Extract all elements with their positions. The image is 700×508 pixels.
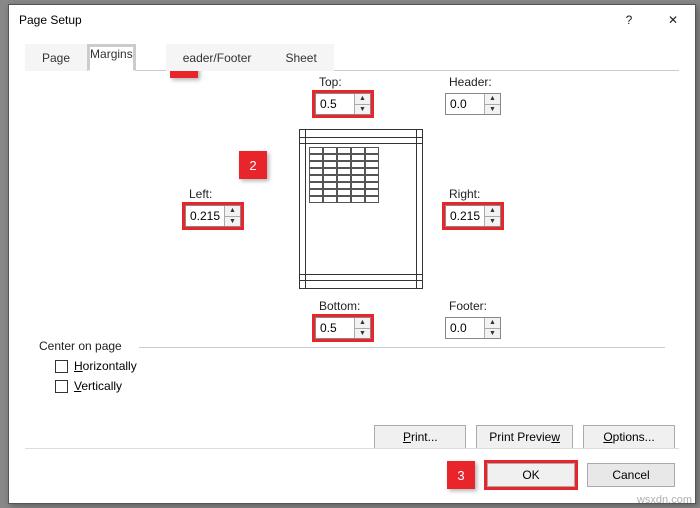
vertically-label: Vertically <box>74 379 122 393</box>
margins-panel: Top: ▲▼ Header: ▲▼ 2 Left: ▲▼ Right: ▲▼ <box>9 71 695 451</box>
commit-row: 3 OK Cancel <box>447 461 675 489</box>
up-arrow-icon[interactable]: ▲ <box>355 94 370 105</box>
close-icon: ✕ <box>668 13 678 27</box>
left-input[interactable] <box>186 207 224 225</box>
down-arrow-icon[interactable]: ▼ <box>355 329 370 339</box>
checkbox-icon <box>55 360 68 373</box>
up-arrow-icon[interactable]: ▲ <box>225 206 240 217</box>
options-button[interactable]: Options... <box>583 425 675 449</box>
header-label: Header: <box>449 75 492 89</box>
bottom-spinner[interactable]: ▲▼ <box>315 317 371 339</box>
top-input[interactable] <box>316 95 354 113</box>
center-legend: Center on page <box>39 339 128 353</box>
ok-button[interactable]: OK <box>487 463 575 487</box>
separator <box>25 448 679 449</box>
up-arrow-icon[interactable]: ▲ <box>485 206 500 217</box>
print-button[interactable]: Print... <box>374 425 466 449</box>
help-button[interactable]: ? <box>607 5 651 35</box>
tab-margins[interactable]: Margins <box>87 44 136 71</box>
bottom-stepper[interactable]: ▲▼ <box>354 318 370 338</box>
bottom-input[interactable] <box>316 319 354 337</box>
header-stepper[interactable]: ▲▼ <box>484 94 500 114</box>
tab-sheet[interactable]: Sheet <box>268 44 333 71</box>
left-spinner[interactable]: ▲▼ <box>185 205 241 227</box>
dialog-title: Page Setup <box>19 13 607 27</box>
cancel-button[interactable]: Cancel <box>587 463 675 487</box>
callout-2: 2 <box>239 151 267 179</box>
titlebar: Page Setup ? ✕ <box>9 5 695 35</box>
horizontally-checkbox[interactable]: Horizontally <box>55 359 665 373</box>
horizontally-label: Horizontally <box>74 359 137 373</box>
right-label: Right: <box>449 187 480 201</box>
top-label: Top: <box>319 75 342 89</box>
tab-strip: Page Margins 1 eader/Footer Sheet <box>25 43 679 71</box>
right-spinner[interactable]: ▲▼ <box>445 205 501 227</box>
page-setup-dialog: Page Setup ? ✕ Page Margins 1 eader/Foot… <box>8 4 696 504</box>
page-preview <box>299 129 423 289</box>
down-arrow-icon[interactable]: ▼ <box>485 105 500 115</box>
up-arrow-icon[interactable]: ▲ <box>355 318 370 329</box>
up-arrow-icon[interactable]: ▲ <box>485 318 500 329</box>
top-stepper[interactable]: ▲▼ <box>354 94 370 114</box>
vertically-checkbox[interactable]: Vertically <box>55 379 665 393</box>
header-input[interactable] <box>446 95 484 113</box>
header-spinner[interactable]: ▲▼ <box>445 93 501 115</box>
right-stepper[interactable]: ▲▼ <box>484 206 500 226</box>
center-on-page-group: Center on page Horizontally Vertically <box>39 339 665 393</box>
down-arrow-icon[interactable]: ▼ <box>485 217 500 227</box>
up-arrow-icon[interactable]: ▲ <box>485 94 500 105</box>
action-row: Print... Print Preview Options... <box>374 425 675 449</box>
footer-input[interactable] <box>446 319 484 337</box>
tab-header-footer[interactable]: eader/Footer <box>166 44 269 71</box>
callout-3: 3 <box>447 461 475 489</box>
checkbox-icon <box>55 380 68 393</box>
bottom-label: Bottom: <box>319 299 360 313</box>
watermark: wsxdn.com <box>637 494 692 506</box>
down-arrow-icon[interactable]: ▼ <box>485 329 500 339</box>
top-spinner[interactable]: ▲▼ <box>315 93 371 115</box>
right-input[interactable] <box>446 207 484 225</box>
footer-stepper[interactable]: ▲▼ <box>484 318 500 338</box>
help-icon: ? <box>626 13 633 27</box>
footer-label: Footer: <box>449 299 487 313</box>
preview-cells <box>309 147 379 203</box>
down-arrow-icon[interactable]: ▼ <box>225 217 240 227</box>
down-arrow-icon[interactable]: ▼ <box>355 105 370 115</box>
left-stepper[interactable]: ▲▼ <box>224 206 240 226</box>
close-button[interactable]: ✕ <box>651 5 695 35</box>
tab-page[interactable]: Page <box>25 44 87 71</box>
left-label: Left: <box>189 187 212 201</box>
print-preview-button[interactable]: Print Preview <box>476 425 573 449</box>
footer-spinner[interactable]: ▲▼ <box>445 317 501 339</box>
